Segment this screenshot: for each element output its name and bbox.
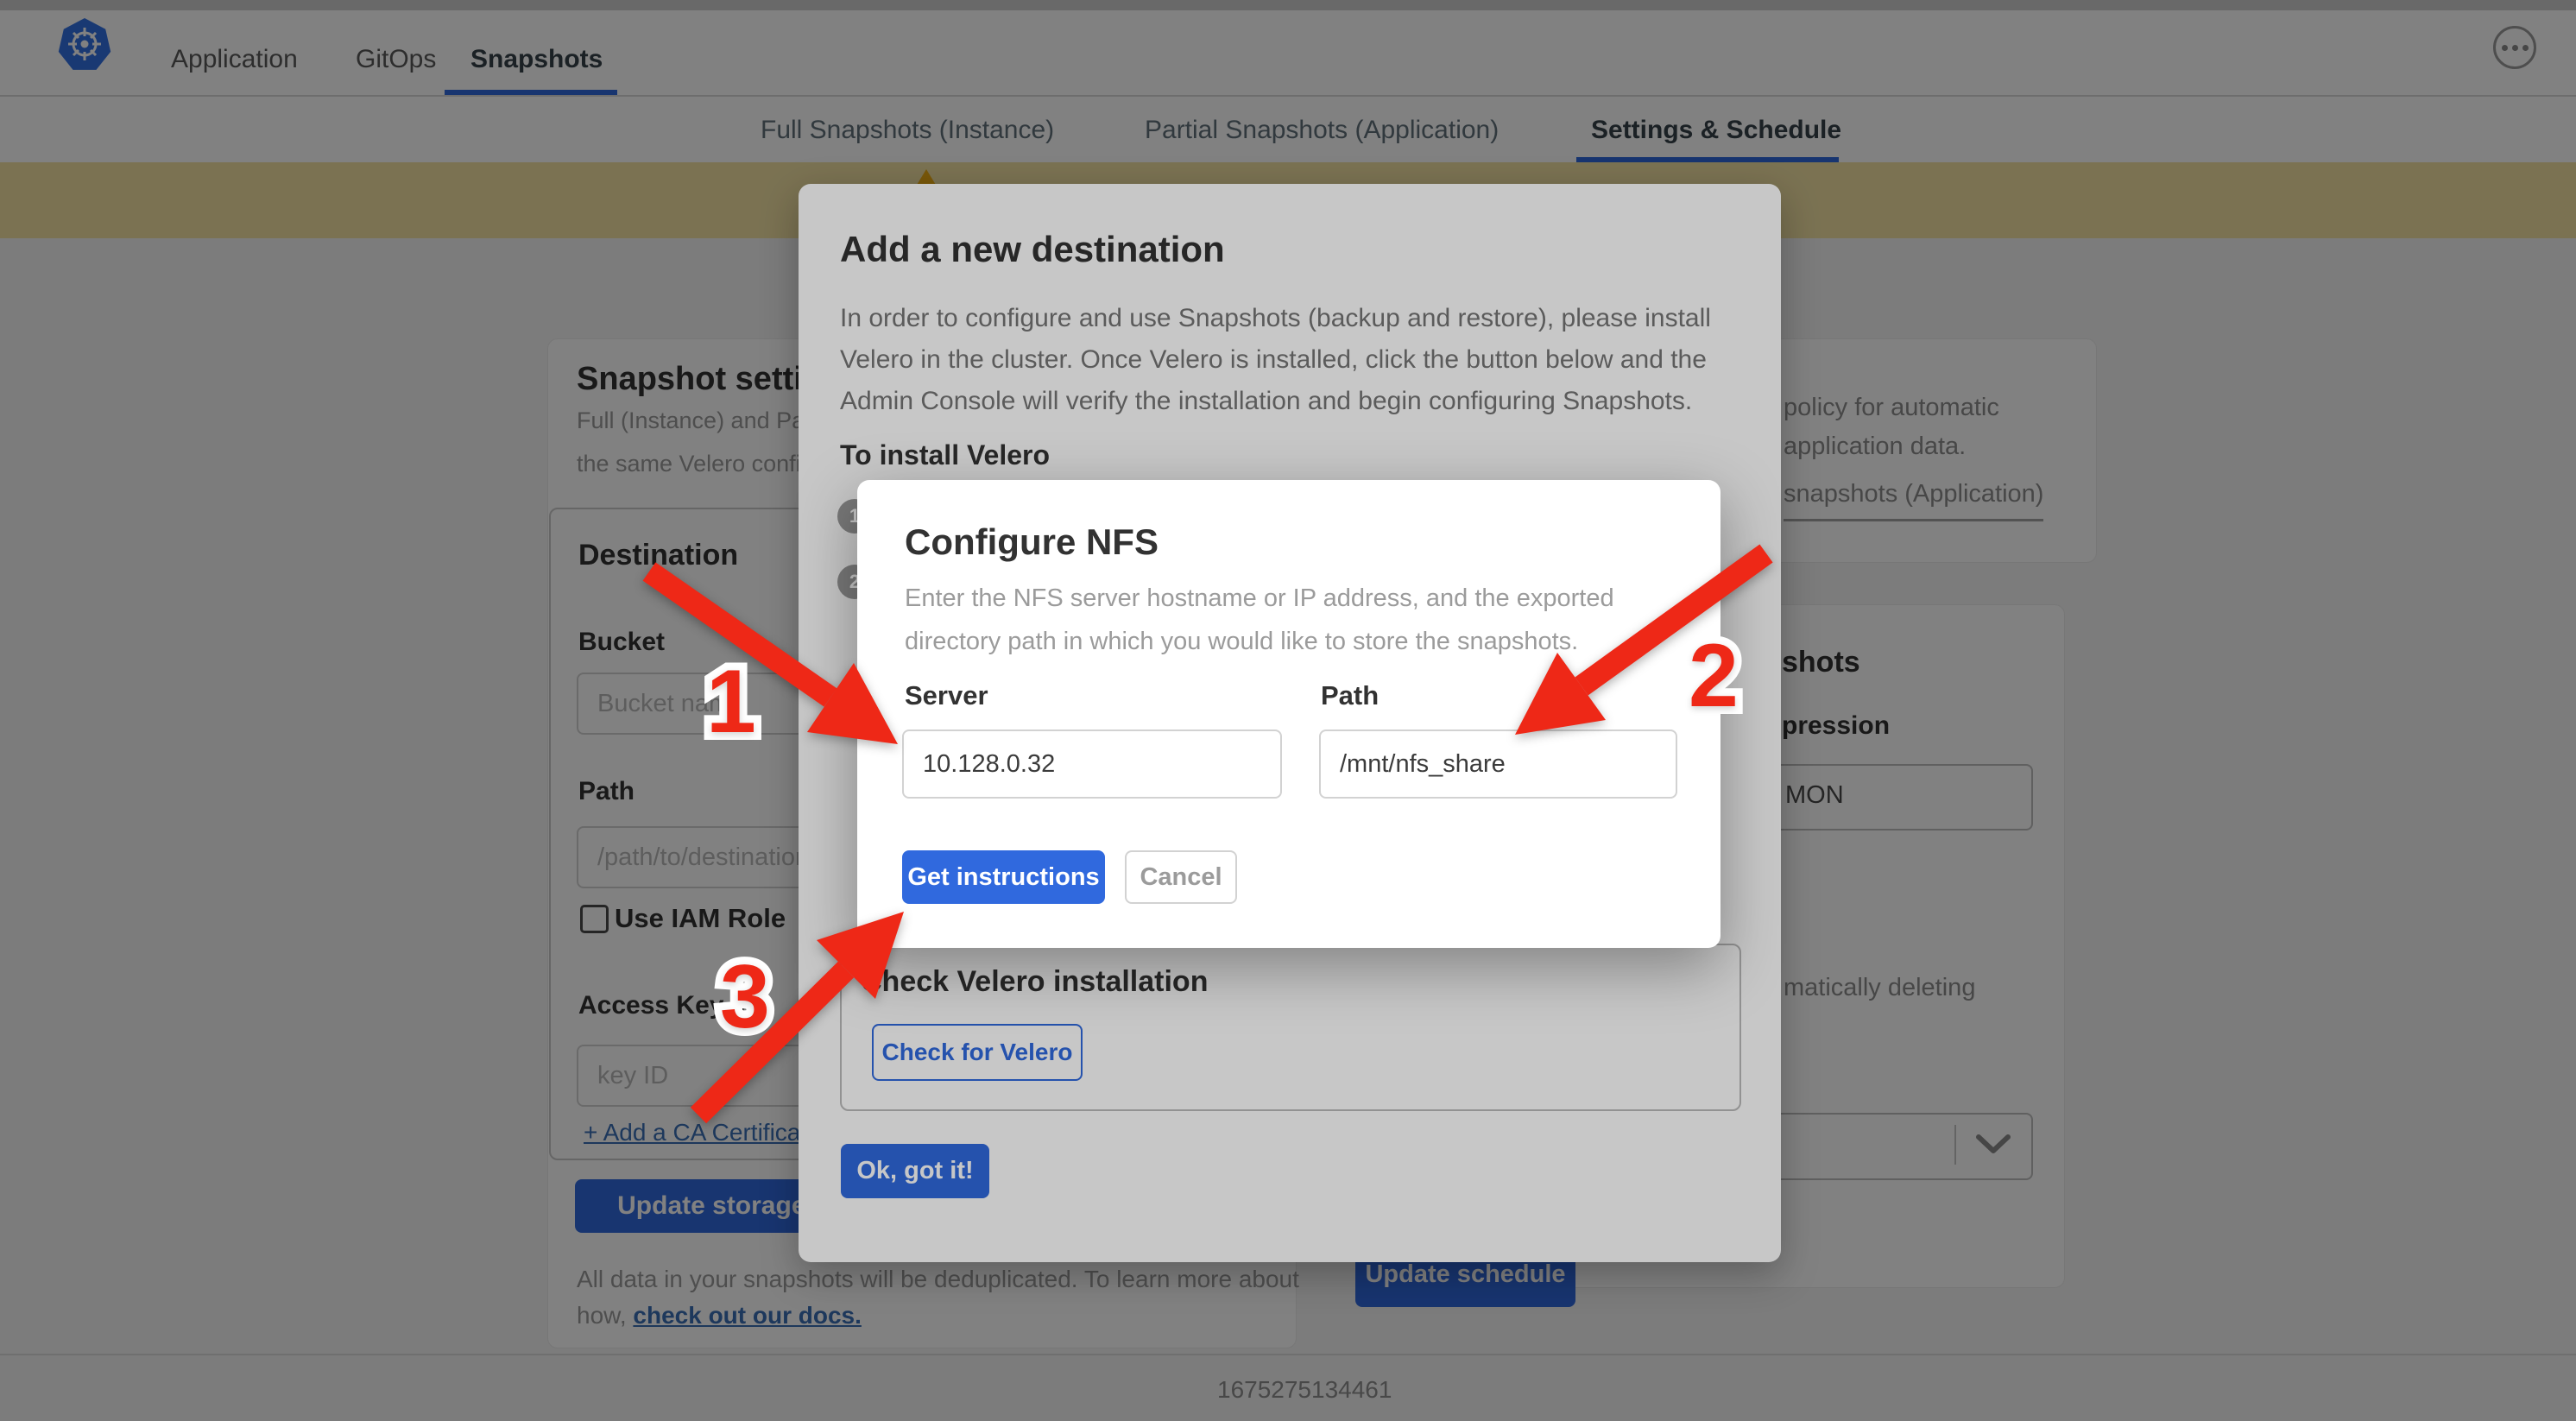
annotation-badge-2: 2 <box>1689 628 1739 723</box>
configure-nfs-modal: Configure NFS Enter the NFS server hostn… <box>857 480 1720 948</box>
get-instructions-button[interactable]: Get instructions <box>902 850 1105 904</box>
server-input[interactable] <box>902 729 1282 799</box>
nfs-path-label: Path <box>1321 680 1379 711</box>
admin-console-screen: Application GitOps Snapshots Full Snapsh… <box>0 0 2576 1421</box>
annotation-badge-3: 3 <box>720 950 770 1045</box>
cancel-button[interactable]: Cancel <box>1125 850 1237 904</box>
configure-nfs-desc: Enter the NFS server hostname or IP addr… <box>905 577 1614 663</box>
configure-nfs-title: Configure NFS <box>905 521 1159 563</box>
server-label: Server <box>905 680 988 711</box>
nfs-path-input[interactable] <box>1319 729 1677 799</box>
annotation-badge-1: 1 <box>706 654 756 749</box>
